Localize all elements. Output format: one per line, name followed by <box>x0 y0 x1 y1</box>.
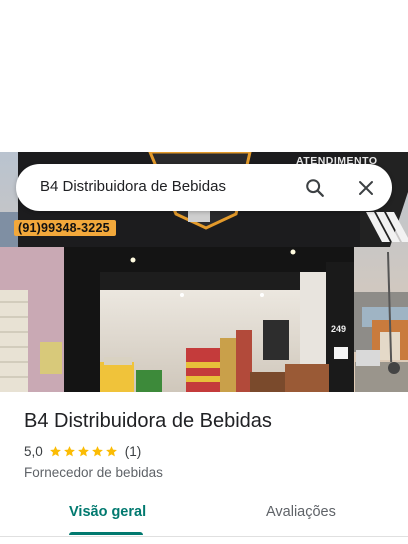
star-icon <box>77 446 89 457</box>
search-icon <box>306 179 324 197</box>
star-icon <box>91 446 103 457</box>
star-icon <box>105 446 117 457</box>
tab-reviews[interactable]: Avaliações <box>266 504 336 520</box>
place-title: B4 Distribuidora de Bebidas <box>24 410 272 432</box>
door-number-text: 249 <box>331 324 347 334</box>
tab-bar: Visão geral Avaliações <box>0 494 408 537</box>
star-icon <box>63 446 75 457</box>
close-icon <box>359 181 373 195</box>
close-button[interactable] <box>351 173 381 203</box>
star-icon <box>49 446 61 457</box>
review-count-link[interactable]: (1) <box>125 444 142 459</box>
rating-row[interactable]: 5,0 (1) <box>24 444 141 459</box>
place-category[interactable]: Fornecedor de bebidas <box>24 465 163 480</box>
tab-overview[interactable]: Visão geral <box>69 504 146 520</box>
search-input[interactable]: B4 Distribuidora de Bebidas <box>40 178 226 195</box>
rating-value: 5,0 <box>24 444 43 459</box>
star-rating <box>49 445 119 458</box>
place-panel: (91)99348-3225 ATENDIMENTO 249 B4 Distri… <box>0 0 408 544</box>
tab-selected-indicator <box>69 532 143 535</box>
phone-sign-text: (91)99348-3225 <box>14 220 116 236</box>
search-bar[interactable]: B4 Distribuidora de Bebidas <box>16 164 392 211</box>
search-button[interactable] <box>300 173 330 203</box>
